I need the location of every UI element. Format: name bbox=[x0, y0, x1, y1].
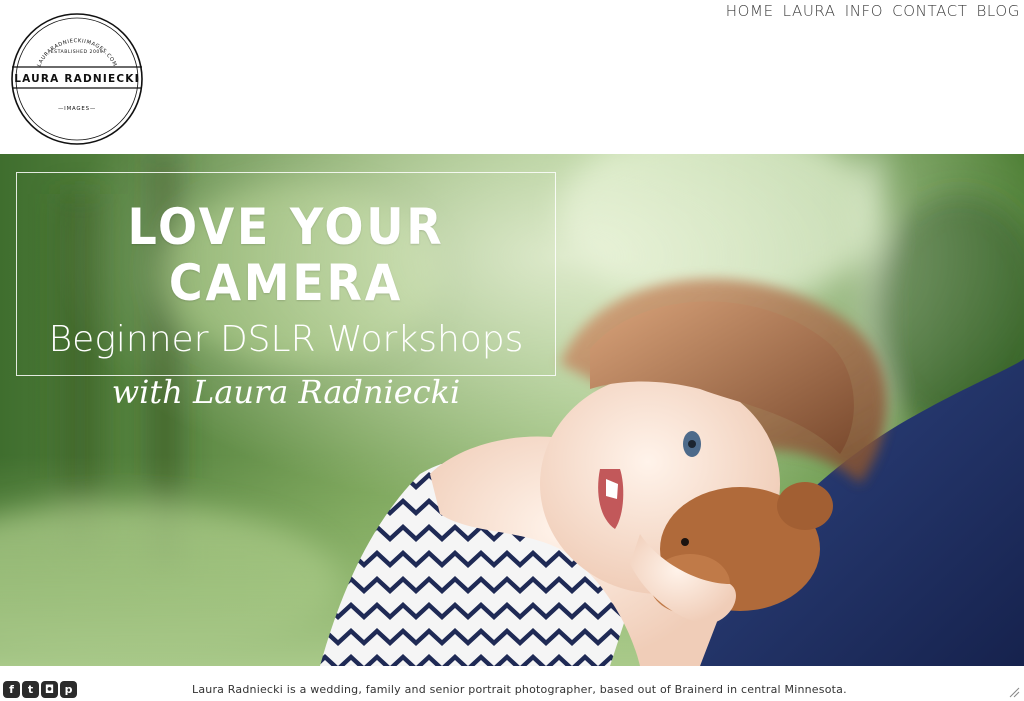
logo-subtitle: —IMAGES— bbox=[58, 106, 96, 112]
logo-name: LAURA RADNIECKI bbox=[14, 73, 139, 85]
nav-blog[interactable]: BLOG bbox=[977, 2, 1020, 20]
nav-info[interactable]: INFO bbox=[845, 2, 883, 20]
pinterest-icon[interactable]: p bbox=[60, 681, 77, 698]
hero-byline: with Laura Radniecki bbox=[111, 373, 461, 411]
instagram-icon[interactable]: ◘ bbox=[41, 681, 58, 698]
twitter-icon[interactable]: t bbox=[22, 681, 39, 698]
hero-title: LOVE YOUR CAMERA bbox=[127, 198, 445, 312]
nav-home[interactable]: HOME bbox=[726, 2, 774, 20]
logo-established: ESTABLISHED 2009 bbox=[51, 49, 103, 55]
workshop-title-box: LOVE YOUR CAMERA Beginner DSLR Workshops… bbox=[16, 172, 556, 411]
main-nav: HOME LAURA INFO CONTACT BLOG bbox=[726, 2, 1020, 20]
site-logo[interactable]: LAURARADNIECKIIMAGES.COM ESTABLISHED 200… bbox=[10, 12, 144, 146]
resize-handle-icon[interactable] bbox=[1008, 686, 1020, 698]
site-footer: f t ◘ p Laura Radniecki is a wedding, fa… bbox=[0, 666, 1024, 701]
hero-subtitle: Beginner DSLR Workshops bbox=[48, 319, 524, 360]
hero-banner[interactable]: LOVE YOUR CAMERA Beginner DSLR Workshops… bbox=[0, 154, 1024, 666]
nav-laura[interactable]: LAURA bbox=[783, 2, 836, 20]
facebook-icon[interactable]: f bbox=[3, 681, 20, 698]
social-links: f t ◘ p bbox=[3, 681, 77, 698]
nav-contact[interactable]: CONTACT bbox=[892, 2, 967, 20]
footer-tagline: Laura Radniecki is a wedding, family and… bbox=[192, 683, 847, 696]
logo-badge: LAURARADNIECKIIMAGES.COM ESTABLISHED 200… bbox=[11, 13, 143, 145]
